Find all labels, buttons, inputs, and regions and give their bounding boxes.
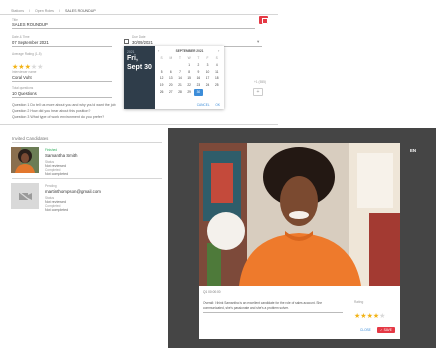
due-date-label: Due Date xyxy=(132,35,146,39)
weekday-header: S xyxy=(160,56,163,60)
calendar-day[interactable]: 22 xyxy=(185,82,194,89)
question-timestamp: Q1 00:00:00 xyxy=(203,290,221,294)
calendar-day[interactable]: 12 xyxy=(157,75,166,82)
calendar-day[interactable]: 6 xyxy=(166,69,175,76)
video-off-icon[interactable] xyxy=(11,183,39,209)
questions-label: Total questions xyxy=(12,86,34,90)
question-item: Question 3 What type of work environment… xyxy=(12,115,105,119)
completed-value: Not completed xyxy=(45,208,69,212)
picker-ok-button[interactable]: OK xyxy=(215,103,220,107)
side-note: +1 (555) xyxy=(254,80,266,84)
star-icon[interactable]: ★ xyxy=(379,313,385,320)
calendar-day[interactable]: 18 xyxy=(212,75,221,82)
breadcrumb: Stations / Open Roles / SALES ROUNDUP xyxy=(11,9,96,13)
date-picker-header: 2021 Fri, Sept 30 xyxy=(124,46,155,109)
title-field[interactable]: SALES ROUNDUP xyxy=(12,22,252,27)
close-button[interactable]: CLOSE xyxy=(357,327,374,333)
add-question-button[interactable]: + xyxy=(253,88,263,96)
breadcrumb-item[interactable]: Open Roles xyxy=(35,9,54,13)
question-item: Question 2 How did you hear about this p… xyxy=(12,109,91,113)
picker-actions: CANCEL OK xyxy=(192,103,220,107)
calendar-day[interactable]: 4 xyxy=(212,62,221,69)
calendar-day[interactable]: 16 xyxy=(194,75,203,82)
calendar-day[interactable]: 25 xyxy=(212,82,221,89)
modal-rating-stars[interactable]: ★★★★★ xyxy=(354,305,385,323)
candidate-status-label: Pending xyxy=(45,184,57,188)
calendar-day[interactable]: 21 xyxy=(175,82,184,89)
candidate-name[interactable]: Samantha Smith xyxy=(45,153,77,158)
calendar-day[interactable]: 7 xyxy=(175,69,184,76)
calendar-day xyxy=(175,62,184,69)
calendar-day[interactable]: 8 xyxy=(185,69,194,76)
calendar-day[interactable]: 27 xyxy=(166,89,175,96)
review-comment-field[interactable]: Overall: I think Samantha is an excellen… xyxy=(203,301,343,314)
calendar-day[interactable]: 2 xyxy=(194,62,203,69)
weekday-header: S xyxy=(215,56,218,60)
interviewer-label: Interviewer name xyxy=(12,70,37,74)
calendar-day xyxy=(166,62,175,69)
calendar-day[interactable]: 23 xyxy=(194,82,203,89)
candidate-status-label: Finished xyxy=(45,148,58,152)
save-button-label: SAVE xyxy=(383,328,392,332)
calendar-day[interactable]: 10 xyxy=(203,69,212,76)
date-field[interactable]: 07 September 2021 xyxy=(12,40,49,45)
weekday-header: F xyxy=(206,56,209,60)
calendar-day[interactable]: 17 xyxy=(203,75,212,82)
calendar-day[interactable]: 11 xyxy=(212,69,221,76)
calendar-day[interactable]: 28 xyxy=(175,89,184,96)
picker-date: Sept 30 xyxy=(127,64,152,71)
calendar-day[interactable]: 19 xyxy=(157,82,166,89)
due-date-field[interactable]: 30/09/2021 xyxy=(132,40,153,45)
modal-rating-label: Rating xyxy=(354,300,364,304)
chevron-right-icon[interactable]: › xyxy=(218,48,219,53)
candidate-video[interactable] xyxy=(199,143,400,286)
date-label: Date & Time xyxy=(12,35,30,39)
date-picker[interactable]: 2021 Fri, Sept 30 ‹ SEPTEMBER 2021 › SMT… xyxy=(124,46,224,109)
calendar-day[interactable]: 5 xyxy=(157,69,166,76)
candidate-photo[interactable] xyxy=(11,147,39,173)
section-heading: Invited Candidates xyxy=(12,136,49,141)
chevron-down-icon[interactable]: ▾ xyxy=(257,39,259,44)
calendar-day[interactable]: 1 xyxy=(185,62,194,69)
language-switch[interactable]: EN xyxy=(410,148,416,153)
breadcrumb-item[interactable]: Stations xyxy=(11,9,24,13)
calendar-day[interactable]: 30 xyxy=(193,88,203,96)
calendar-day[interactable]: 14 xyxy=(175,75,184,82)
calendar-day[interactable]: 29 xyxy=(185,89,194,96)
completed-value: Not completed xyxy=(45,172,69,176)
picker-weekday: Fri, xyxy=(127,55,138,62)
picker-cancel-button[interactable]: CANCEL xyxy=(197,103,210,107)
calendar-day xyxy=(157,62,166,69)
calendar-day xyxy=(212,89,221,96)
weekday-header: T xyxy=(178,56,181,60)
question-item: Question 1 Do tell us more about you and… xyxy=(12,103,116,107)
calendar-day[interactable]: 24 xyxy=(203,82,212,89)
weekday-header: W xyxy=(187,56,191,60)
calendar-grid: S M T W T F S 1 2 3 4 5 6 7 8 9 10 11 12 13 14 15 16 17 18 19 20 21… xyxy=(157,55,222,96)
calendar-day[interactable]: 13 xyxy=(166,75,175,82)
delete-button[interactable] xyxy=(259,16,268,24)
star-icon[interactable]: ★ xyxy=(37,64,43,71)
weekday-header: T xyxy=(197,56,200,60)
questions-field[interactable]: 10 Questions xyxy=(12,91,37,96)
calendar-icon[interactable] xyxy=(124,39,129,44)
candidate-email[interactable]: martinthompson@gmail.com xyxy=(45,189,101,194)
video-review-modal: Q1 00:00:00 Overall: I think Samantha is… xyxy=(199,143,400,339)
interviewer-field[interactable]: Coral Vuht xyxy=(12,75,32,80)
calendar-day xyxy=(203,89,212,96)
calendar-day[interactable]: 15 xyxy=(185,75,194,82)
breadcrumb-current: SALES ROUNDUP xyxy=(64,9,96,13)
picker-month-title: SEPTEMBER 2021 xyxy=(175,49,204,53)
weekday-header: M xyxy=(169,56,173,60)
calendar-day[interactable]: 9 xyxy=(194,69,203,76)
save-button[interactable]: ✓ SAVE xyxy=(377,327,395,333)
calendar-day[interactable]: 26 xyxy=(157,89,166,96)
calendar-day[interactable]: 20 xyxy=(166,82,175,89)
picker-year[interactable]: 2021 xyxy=(127,50,152,54)
divider xyxy=(0,14,278,15)
calendar-day[interactable]: 3 xyxy=(203,62,212,69)
